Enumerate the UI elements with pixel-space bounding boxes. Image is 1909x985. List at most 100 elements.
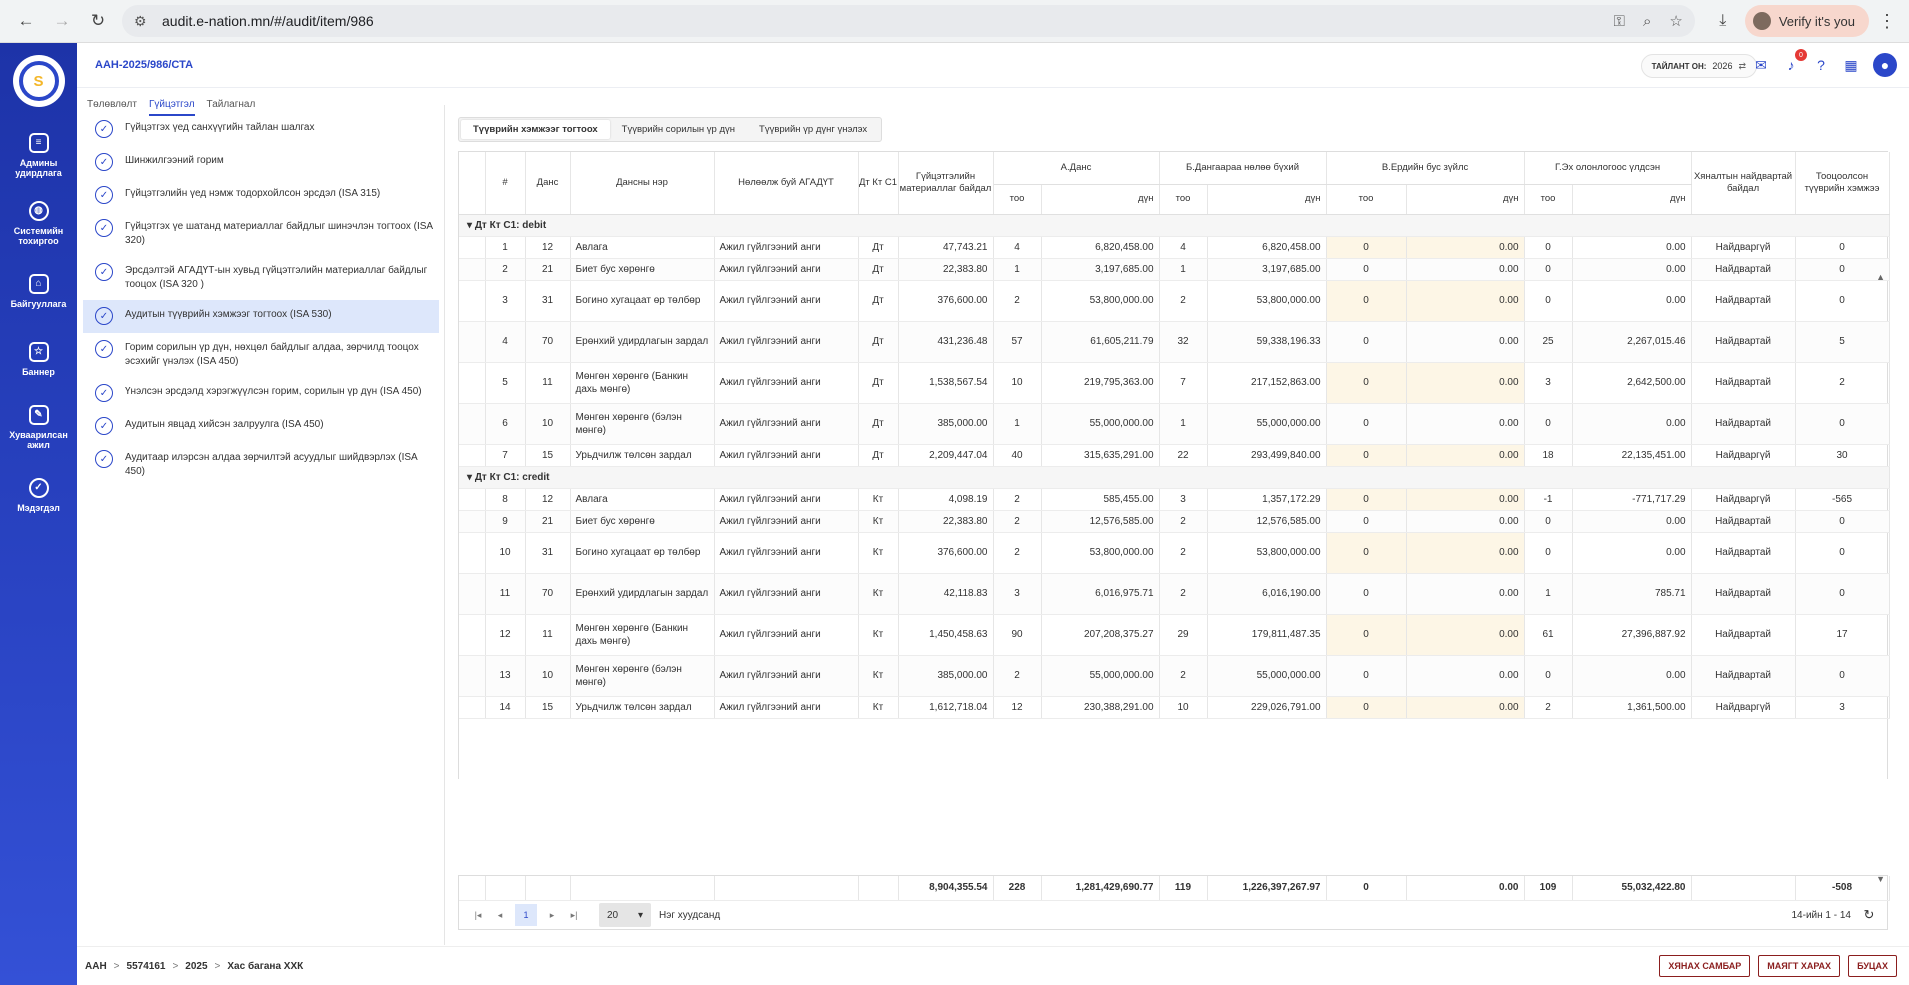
col-b-count[interactable]: тоо: [1159, 184, 1208, 215]
table-row[interactable]: 7 15 Урьдчилж төлсөн зардал Ажил гүйлгээний…: [459, 444, 1890, 467]
col-agadut[interactable]: Нөлөөлж буй АГАДҮТ: [714, 152, 859, 215]
table-cell[interactable]: 0.00: [1406, 510, 1525, 533]
table-cell[interactable]: 0: [1326, 573, 1407, 615]
row-selector[interactable]: [459, 614, 486, 656]
step-item[interactable]: ✓ Аудитаар илэрсэн алдаа зөрчилтэй асуудл…: [83, 443, 439, 487]
address-bar[interactable]: ⚙ audit.e-nation.mn/#/audit/item/986 ⚿ ⌕…: [122, 5, 1695, 37]
user-avatar-icon[interactable]: ●: [1873, 53, 1897, 77]
row-selector[interactable]: [459, 236, 486, 259]
table-row[interactable]: 8 12 Авлага Ажил гүйлгээний анги Кт 4,098.19 2…: [459, 488, 1890, 511]
table-cell[interactable]: 0: [1326, 696, 1407, 719]
breadcrumb-item[interactable]: 5574161: [127, 961, 166, 972]
step-item[interactable]: ✓ Аудитын түүврийн хэмжээг тогтоох (ISA 5…: [83, 300, 439, 333]
table-cell[interactable]: 0.00: [1406, 258, 1525, 281]
table-cell[interactable]: 0: [1326, 510, 1407, 533]
table-cell[interactable]: 0.00: [1406, 655, 1525, 697]
table-cell[interactable]: 0.00: [1406, 614, 1525, 656]
table-cell[interactable]: 0.00: [1406, 403, 1525, 445]
nav-system-settings[interactable]: ◍ Системийн тохиргоо: [0, 189, 77, 257]
nav-assigned-tasks[interactable]: ✎ Хуваарилсан ажил: [0, 393, 77, 461]
group-row[interactable]: ▾ Дт Кт С1: credit: [459, 466, 1890, 489]
kebab-menu-icon[interactable]: ⋮: [1873, 11, 1901, 32]
key-icon[interactable]: ⚿: [1614, 13, 1625, 30]
col-a-count[interactable]: тоо: [993, 184, 1042, 215]
step-item[interactable]: ✓ Аудитын явцад хийсэн залруулга (ISA 450…: [83, 410, 439, 443]
table-cell[interactable]: 0.00: [1406, 362, 1525, 404]
table-cell[interactable]: 0: [1326, 280, 1407, 322]
table-cell[interactable]: 0: [1326, 362, 1407, 404]
refresh-icon[interactable]: ↻: [1859, 907, 1879, 923]
row-selector[interactable]: [459, 258, 486, 281]
nav-banner[interactable]: ☆ Баннер: [0, 325, 77, 393]
row-selector[interactable]: [459, 655, 486, 697]
table-cell[interactable]: 0.00: [1406, 488, 1525, 511]
table-row[interactable]: 12 11 Мөнгөн хөрөнгө (Банкин дахь мөнгө) Аж…: [459, 614, 1890, 656]
row-selector[interactable]: [459, 280, 486, 322]
table-row[interactable]: 13 10 Мөнгөн хөрөнгө (бэлэн мөнгө) Ажил гүй…: [459, 655, 1890, 697]
col-dtkt[interactable]: Дт Кт С1: [858, 152, 899, 215]
back-button[interactable]: БУЦАХ: [1848, 955, 1897, 977]
first-page-icon[interactable]: |◂: [467, 910, 489, 921]
table-cell[interactable]: 0.00: [1406, 573, 1525, 615]
row-selector[interactable]: [459, 444, 486, 467]
table-cell[interactable]: 0.00: [1406, 696, 1525, 719]
row-selector[interactable]: [459, 510, 486, 533]
col-acct[interactable]: Данс: [525, 152, 571, 215]
dashboard-button[interactable]: ХЯНАХ САМБАР: [1659, 955, 1751, 977]
breadcrumb-item[interactable]: 2025: [185, 961, 207, 972]
app-logo[interactable]: S: [12, 55, 65, 107]
scroll-up-arrow-icon[interactable]: ▲: [1876, 272, 1885, 282]
table-cell[interactable]: 0: [1326, 444, 1407, 467]
table-row[interactable]: 14 15 Урьдчилж төлсөн зардал Ажил гүйлгээни…: [459, 696, 1890, 719]
table-row[interactable]: 4 70 Ерөнхий удирдлагын зардал Ажил гүйлгээ…: [459, 321, 1890, 363]
col-g-count[interactable]: тоо: [1524, 184, 1573, 215]
table-row[interactable]: 9 21 Биет бус хөрөнгө Ажил гүйлгээний анги К…: [459, 510, 1890, 533]
col-acct-name[interactable]: Дансны нэр: [570, 152, 715, 215]
table-cell[interactable]: 0: [1326, 614, 1407, 656]
bookmark-star-icon[interactable]: ☆: [1669, 12, 1682, 30]
nav-notifications[interactable]: ✓ Мэдэгдэл: [0, 461, 77, 529]
table-cell[interactable]: 0: [1326, 403, 1407, 445]
row-selector[interactable]: [459, 573, 486, 615]
view-form-button[interactable]: МАЯГТ ХАРАХ: [1758, 955, 1841, 977]
table-cell[interactable]: 0.00: [1406, 444, 1525, 467]
step-item[interactable]: ✓ Гүйцэтгэлийн үед нэмж тодорхойлсон эрсд…: [83, 179, 439, 212]
step-item[interactable]: ✓ Гүйцэтгэх үе шатанд материаллаг байдлыг…: [83, 212, 439, 256]
row-selector[interactable]: [459, 532, 486, 574]
last-page-icon[interactable]: ▸|: [563, 910, 585, 921]
report-year-selector[interactable]: ТАЙЛАНТ ОН: 2026 ⇄: [1640, 54, 1757, 78]
table-cell[interactable]: 0: [1326, 488, 1407, 511]
reload-icon[interactable]: ↻: [80, 3, 116, 39]
step-item[interactable]: ✓ Горим сорилын үр дүн, нөхцөл байдлыг ал…: [83, 333, 439, 377]
forward-arrow-icon[interactable]: →: [44, 3, 80, 39]
col-a-amount[interactable]: дүн: [1041, 184, 1160, 215]
step-item[interactable]: ✓ Эрсдэлтэй АГАДҮТ-ын хувьд гүйцэтгэлийн …: [83, 256, 439, 300]
table-cell[interactable]: 0: [1326, 532, 1407, 574]
current-page[interactable]: 1: [515, 904, 537, 926]
col-v-count[interactable]: тоо: [1326, 184, 1407, 215]
step-item[interactable]: ✓ Гүйцэтгэх үед санхүүгийн тайлан шалгах: [83, 113, 439, 146]
row-selector[interactable]: [459, 362, 486, 404]
table-cell[interactable]: 0: [1326, 655, 1407, 697]
row-selector[interactable]: [459, 321, 486, 363]
col-materiality[interactable]: Гүйцэтгэлийн материаллаг байдал: [898, 152, 994, 215]
table-cell[interactable]: 0.00: [1406, 236, 1525, 259]
table-row[interactable]: 2 21 Биет бус хөрөнгө Ажил гүйлгээний анги Д…: [459, 258, 1890, 281]
site-settings-icon[interactable]: ⚙: [134, 13, 152, 30]
download-icon[interactable]: ⤓: [1705, 12, 1741, 30]
table-row[interactable]: 5 11 Мөнгөн хөрөнгө (Банкин дахь мөнгө) Ажи…: [459, 362, 1890, 404]
table-row[interactable]: 11 70 Ерөнхий удирдлагын зардал Ажил гүйлгэ…: [459, 573, 1890, 615]
table-cell[interactable]: 0: [1326, 236, 1407, 259]
seg-sample-evaluation[interactable]: Түүврийн үр дүнг үнэлэх: [747, 120, 879, 139]
chat-icon[interactable]: ✉: [1749, 53, 1773, 77]
help-icon[interactable]: ?: [1809, 53, 1833, 77]
table-row[interactable]: 6 10 Мөнгөн хөрөнгө (бэлэн мөнгө) Ажил гүйл…: [459, 403, 1890, 445]
zoom-icon[interactable]: ⌕: [1643, 13, 1651, 30]
seg-sample-size[interactable]: Түүврийн хэмжээг тогтоох: [461, 120, 610, 139]
row-selector[interactable]: [459, 696, 486, 719]
col-sample[interactable]: Тооцоолсон түүврийн хэмжээ: [1795, 152, 1890, 215]
bell-icon[interactable]: ♪ 0: [1779, 49, 1807, 77]
breadcrumb-item[interactable]: Хас багана ХХК: [227, 961, 303, 972]
col-g-amount[interactable]: дүн: [1572, 184, 1692, 215]
col-control[interactable]: Хяналтын найдвартай байдал: [1691, 152, 1796, 215]
